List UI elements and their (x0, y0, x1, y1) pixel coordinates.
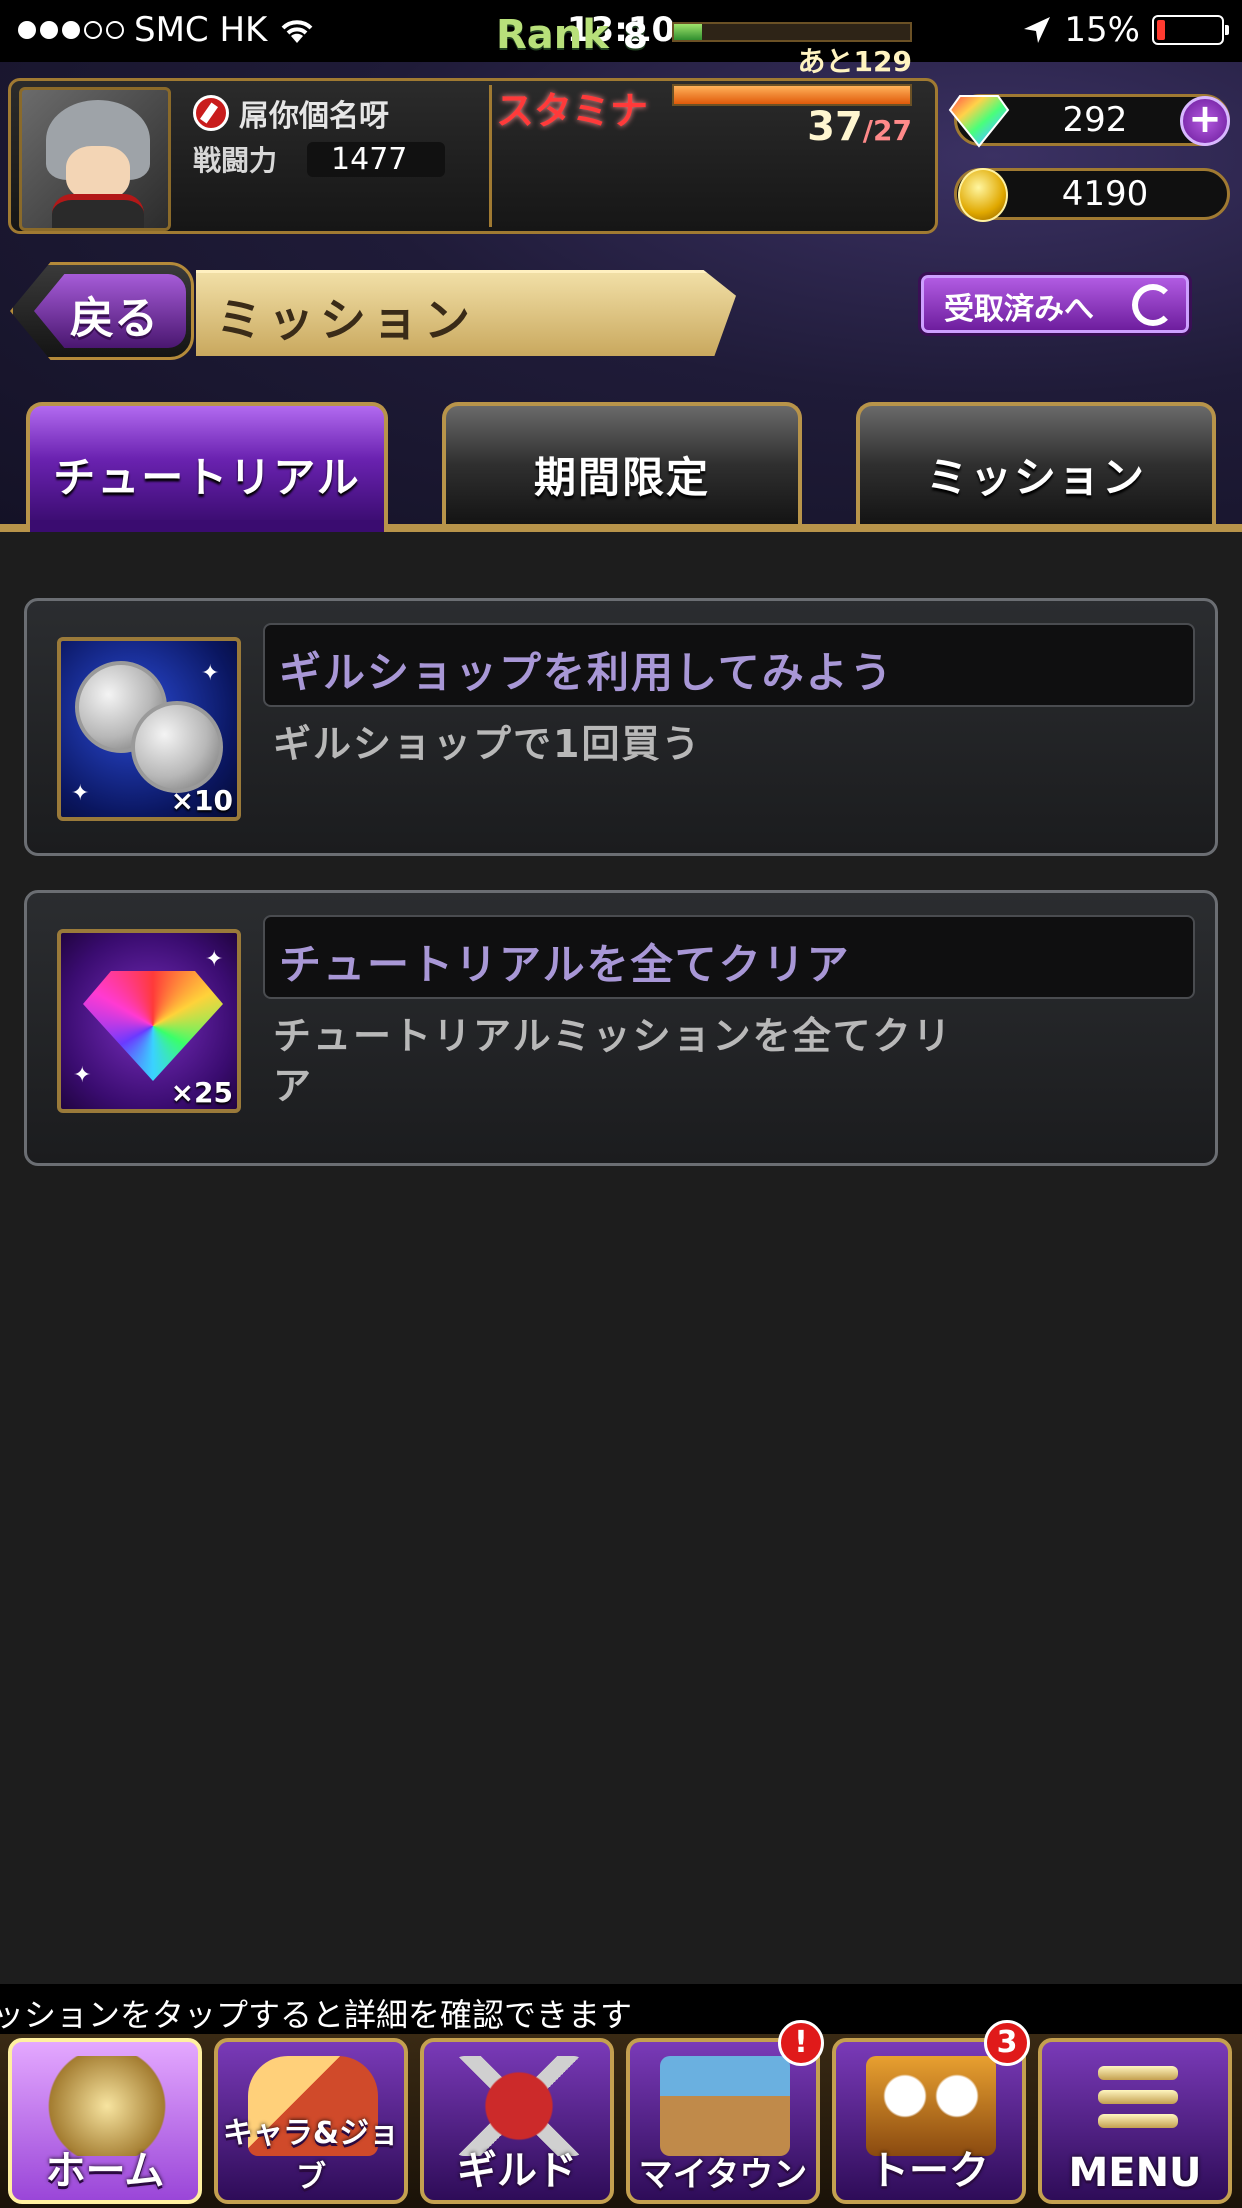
menu-icon (1098, 2066, 1178, 2138)
nav-chara-job-button[interactable]: キャラ&ジョブ (214, 2038, 408, 2204)
page-title: ミッション (216, 293, 476, 347)
exp-bar (672, 22, 912, 42)
hint-text: ッションをタップすると詳細を確認できます (0, 1996, 633, 2034)
hint-ticker: ッションをタップすると詳細を確認できます (0, 1984, 1242, 2034)
stamina-label: スタミナ (496, 89, 649, 133)
talk-count-badge: 3 (984, 2020, 1030, 2066)
nav-label: マイタウン (638, 2155, 808, 2195)
stamina-max: /27 (862, 114, 912, 147)
reward-quantity: ×25 (170, 1076, 233, 1109)
header-divider (489, 85, 492, 227)
battle-power-row: 戦闘力 1477 (193, 139, 446, 179)
nav-label: キャラ&ジョブ (222, 2116, 400, 2195)
rainbow-gem-icon (948, 95, 1010, 148)
battle-power-label: 戦闘力 (193, 144, 278, 177)
gil-coin-icon (958, 168, 1008, 222)
mission-card[interactable]: ✦ ✦ ×10 ギルショップを利用してみよう ギルショップで1回買う (24, 598, 1218, 856)
player-name: 屌你個名呀 (239, 99, 389, 134)
player-avatar[interactable] (19, 87, 171, 231)
tab-tutorial[interactable]: チュートリアル (26, 402, 388, 524)
mission-description: チュートリアルミッションを全てクリア (273, 1014, 953, 1108)
nav-home-button[interactable]: ホーム (8, 2038, 202, 2204)
nav-label: MENU (1068, 2150, 1202, 2196)
stamina-current: 37 (807, 104, 863, 150)
reward-quantity: ×10 (170, 784, 233, 817)
mission-description: ギルショップで1回買う (273, 722, 702, 766)
stamina-value: 37/27 (700, 104, 912, 150)
back-label: 戻る (70, 293, 158, 344)
tab-limited-time[interactable]: 期間限定 (442, 402, 802, 524)
rainbow-gem-icon: ✦ ✦ ×25 (57, 929, 241, 1113)
nav-label: トーク (869, 2148, 989, 2194)
player-name-row: 屌你個名呀 (193, 91, 389, 135)
status-right: 15% (1022, 10, 1229, 50)
mission-card[interactable]: ✦ ✦ ×25 チュートリアルを全てクリア チュートリアルミッションを全てクリア (24, 890, 1218, 1166)
received-button-label: 受取済みへ (944, 292, 1094, 327)
my-town-alert-badge: ! (778, 2020, 824, 2066)
class-emblem-icon (193, 95, 229, 131)
rank-value: 8 (622, 16, 648, 57)
nav-guild-button[interactable]: ギルド (420, 2038, 614, 2204)
battle-power-value: 1477 (307, 141, 446, 177)
refresh-icon (1132, 284, 1174, 326)
tab-label: 期間限定 (533, 453, 710, 502)
gil-value: 4190 (1061, 174, 1149, 214)
stamina-bar-fill (674, 86, 910, 104)
nav-label: ホーム (45, 2148, 165, 2194)
gem-value: 292 (1062, 100, 1128, 140)
battery-percent: 15% (1064, 10, 1140, 50)
stamina-bar (672, 84, 912, 106)
tab-label: チュートリアル (53, 453, 361, 502)
mission-title: チュートリアルを全てクリア (279, 940, 851, 989)
exp-remaining: あと129 (797, 45, 912, 78)
bottom-navigation: ホーム キャラ&ジョブ ギルド マイタウン トーク MENU (0, 2034, 1242, 2208)
nav-menu-button[interactable]: MENU (1038, 2038, 1232, 2204)
location-arrow-icon (1024, 17, 1051, 43)
rank-text: Rank (496, 12, 609, 58)
tab-missions[interactable]: ミッション (856, 402, 1216, 524)
exp-bar-fill (674, 24, 703, 40)
nav-label: ギルド (457, 2148, 577, 2194)
tab-label: ミッション (925, 453, 1146, 502)
my-town-icon (660, 2056, 790, 2156)
silver-coins-icon: ✦ ✦ ×10 (57, 637, 241, 821)
rank-label: Rank 8 (496, 12, 648, 58)
mission-title: ギルショップを利用してみよう (279, 648, 894, 697)
back-button[interactable]: 戻る (10, 262, 194, 360)
add-gems-button[interactable]: + (1180, 96, 1230, 146)
battery-low-icon (1152, 15, 1229, 45)
